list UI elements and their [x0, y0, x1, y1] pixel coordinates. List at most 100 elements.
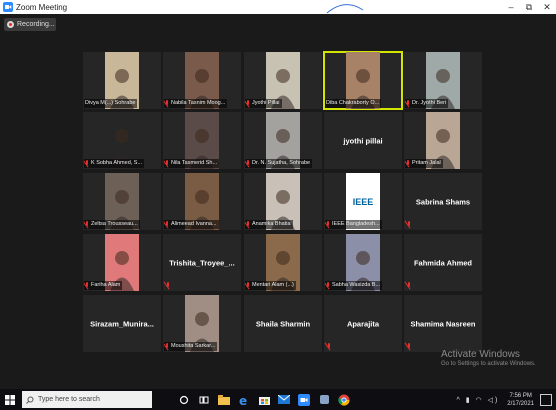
participant-name-label: Alimeead Ivanna... [164, 220, 219, 229]
muted-mic-icon [406, 100, 410, 107]
participant-name: Dr. Jyothi Beri [412, 100, 447, 106]
participant-tile[interactable]: jyothi pillai [324, 112, 402, 169]
participant-name: Diba Chakraborty O... [326, 100, 380, 106]
participant-tile[interactable]: Fariha Alam [83, 234, 161, 291]
participant-name-display: jyothi pillai [343, 136, 383, 145]
participant-name: Zeltsa Trousseau... [91, 221, 138, 227]
participant-tile[interactable]: Moushita Sarkar... [163, 295, 241, 352]
participant-name-label: Nila Tasmerid Sh... [164, 159, 220, 168]
activate-windows-watermark: Activate Windows Go to Settings to activ… [441, 349, 536, 367]
participant-name-display: Fahmida Ahmed [413, 258, 473, 267]
participant-tile[interactable]: Pritam Jalal [404, 112, 482, 169]
muted-mic-icon [407, 221, 411, 228]
participant-name-display: Shamima Nasreen [410, 319, 476, 328]
participant-name: Pritam Jalal [412, 160, 441, 166]
participant-name: Sabha Wasizda B... [332, 282, 381, 288]
start-button[interactable] [0, 389, 20, 410]
participant-name-label: Fariha Alam [84, 281, 123, 290]
mail-icon[interactable] [277, 393, 291, 407]
recording-indicator[interactable]: Recording... [4, 18, 56, 31]
muted-mic-icon [246, 282, 250, 289]
search-icon [26, 396, 34, 404]
participant-name-label: K Sobha Ahmed, S... [84, 159, 145, 168]
cortana-icon[interactable] [177, 393, 191, 407]
participant-name: Mentari Alam (...) [252, 282, 294, 288]
taskbar-pinned-apps: e [174, 393, 354, 407]
windows-logo-icon [5, 394, 15, 405]
participant-tile[interactable]: Alimeead Ivanna... [163, 173, 241, 230]
notification-icon[interactable] [540, 393, 552, 406]
app-icon[interactable] [317, 393, 331, 407]
chrome-icon[interactable] [337, 393, 351, 407]
participant-name-display: Aparajita [346, 319, 380, 328]
participant-name: IEEE Bangladesh... [332, 221, 380, 227]
participant-tile[interactable]: Nabila Tasnim Moog... [163, 52, 241, 109]
participant-name-label: Divya M(...) Sohrabe [84, 99, 138, 108]
participant-tile[interactable]: Nila Tasmerid Sh... [163, 112, 241, 169]
decorative-arc [326, 4, 364, 14]
participant-name-label: Anamika Bhatia [245, 220, 293, 229]
window-controls: – ⧉ ✕ [502, 2, 556, 13]
participant-tile[interactable]: Divya M(...) Sohrabe [83, 52, 161, 109]
participant-name: Moushita Sarkar... [171, 343, 216, 349]
participant-tile[interactable]: Shamima Nasreen [404, 295, 482, 352]
muted-mic-icon [166, 282, 170, 289]
participant-tile[interactable]: Mentari Alam (...) [244, 234, 322, 291]
zoom-logo-icon [3, 2, 13, 12]
participant-tile[interactable]: Diba Chakraborty O... [323, 51, 403, 110]
file-explorer-icon[interactable] [217, 393, 231, 407]
edge-icon[interactable]: e [237, 393, 251, 407]
muted-mic-icon [407, 282, 411, 289]
task-view-icon[interactable] [197, 393, 211, 407]
participant-name-label: Pritam Jalal [405, 159, 443, 168]
participant-name-label: Moushita Sarkar... [164, 342, 218, 351]
search-placeholder: Type here to search [38, 396, 100, 403]
tray-icons[interactable]: ^ ▮ ◠ ◁) [457, 396, 500, 404]
participant-tile[interactable]: Sirazam_Munira... [83, 295, 161, 352]
system-tray: ^ ▮ ◠ ◁) 7:56 PM 2/17/2021 [457, 392, 556, 408]
muted-mic-icon [246, 100, 250, 107]
participant-tile[interactable]: Dr. Jyothi Beri [404, 52, 482, 109]
muted-mic-icon [85, 282, 89, 289]
participant-name-label: IEEE Bangladesh... [325, 220, 382, 229]
muted-mic-icon [165, 160, 169, 167]
participant-tile[interactable]: Zeltsa Trousseau... [83, 173, 161, 230]
participant-name-display: Sabrina Shams [415, 197, 471, 206]
participant-tile[interactable]: Jyothi Pillai [244, 52, 322, 109]
muted-mic-icon [407, 343, 411, 350]
muted-mic-icon [246, 221, 250, 228]
participant-name-label: Nabila Tasnim Moog... [164, 99, 228, 108]
participant-name: Anamika Bhatia [252, 221, 291, 227]
watermark-subtitle: Go to Settings to activate Windows. [441, 361, 536, 367]
window-title-bar: Zoom Meeting – ⧉ ✕ [0, 0, 556, 14]
close-button[interactable]: ✕ [538, 2, 556, 13]
participant-tile[interactable]: Fahmida Ahmed [404, 234, 482, 291]
participant-name-display: Shaila Sharmin [255, 319, 311, 328]
participant-name-label: Diba Chakraborty O... [325, 99, 382, 108]
participant-tile[interactable]: Anamika Bhatia [244, 173, 322, 230]
zoom-icon[interactable] [297, 393, 311, 407]
participant-name: K Sobha Ahmed, S... [91, 160, 143, 166]
participant-tile[interactable]: Aparajita [324, 295, 402, 352]
taskbar-search-input[interactable]: Type here to search [22, 391, 152, 408]
record-icon [7, 21, 14, 28]
participant-tile[interactable]: Sabha Wasizda B... [324, 234, 402, 291]
participant-tile[interactable]: Sabrina Shams [404, 173, 482, 230]
svg-text:e: e [239, 394, 247, 406]
participant-tile[interactable]: K Sobha Ahmed, S... [83, 112, 161, 169]
participant-tile[interactable]: Trishita_Troyee_... [163, 234, 241, 291]
participant-tile[interactable]: Shaila Sharmin [244, 295, 322, 352]
participant-name: Alimeead Ivanna... [171, 221, 217, 227]
restore-button[interactable]: ⧉ [520, 2, 538, 13]
clock[interactable]: 7:56 PM 2/17/2021 [507, 392, 534, 408]
participant-name-label: Sabha Wasizda B... [325, 281, 383, 290]
windows-taskbar: Type here to search e ^ ▮ ◠ ◁) 7:56 PM 2… [0, 389, 556, 410]
participant-name: Fariha Alam [91, 282, 121, 288]
participant-tile[interactable]: Dr. N. Sujatha, Sohrabe [244, 112, 322, 169]
participant-tile[interactable]: IEEE IEEE Bangladesh... [324, 173, 402, 230]
participant-name: Nila Tasmerid Sh... [171, 160, 218, 166]
participant-name-label: Zeltsa Trousseau... [84, 220, 140, 229]
store-icon[interactable] [257, 393, 271, 407]
participant-name: Nabila Tasnim Moog... [171, 100, 226, 106]
minimize-button[interactable]: – [502, 2, 520, 13]
